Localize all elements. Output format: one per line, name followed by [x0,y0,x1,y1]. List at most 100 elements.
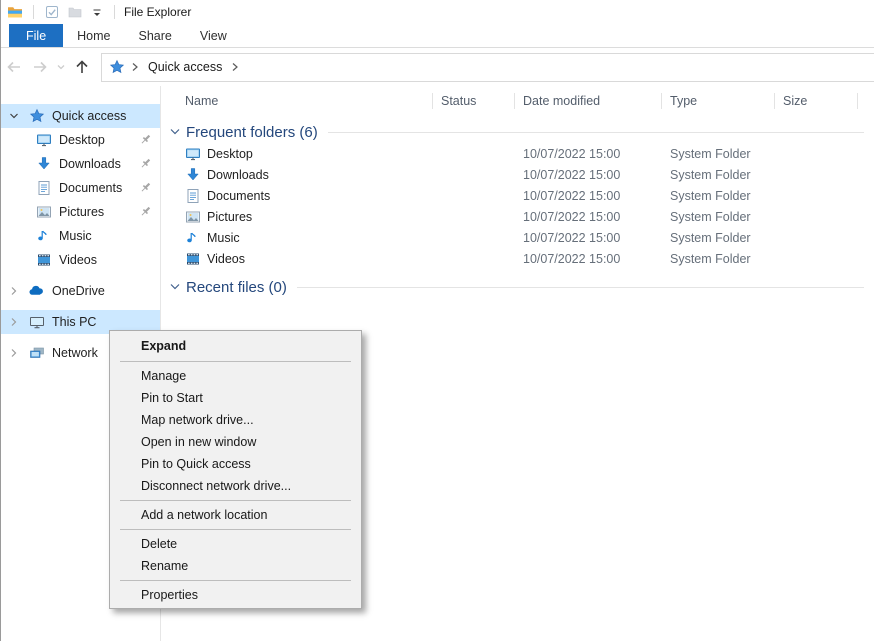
sidebar-item-label: OneDrive [52,284,105,298]
quick-access-star-icon [28,108,45,124]
videos-icon [35,252,52,268]
group-label: Frequent folders (6) [186,124,318,141]
sidebar-gap [1,303,160,310]
file-type-cell: System Folder [662,206,775,227]
file-name: Videos [207,252,245,266]
chevron-right-icon[interactable] [8,286,20,296]
tab-file[interactable]: File [9,24,63,47]
chevron-right-icon[interactable] [8,317,20,327]
back-icon[interactable] [1,57,27,77]
menu-item-open-in-new-window[interactable]: Open in new window [110,431,361,453]
pictures-icon [185,209,201,225]
group-chevron-icon[interactable] [168,126,182,138]
customize-toolbar-icon[interactable] [90,5,104,19]
file-row-music[interactable]: Music10/07/2022 15:00System Folder [161,227,874,248]
file-size-cell [775,143,858,164]
file-date-modified-cell: 10/07/2022 15:00 [515,227,662,248]
file-status-cell [433,248,515,269]
group-rule [297,287,864,288]
sidebar-item-label: This PC [52,315,96,329]
address-bar[interactable]: Quick access [101,53,874,82]
file-date-modified-cell: 10/07/2022 15:00 [515,143,662,164]
pin-icon [139,181,152,194]
sidebar-item-pictures[interactable]: Pictures [1,200,160,224]
tab-share[interactable]: Share [125,24,186,47]
file-list: Frequent folders (6) Desktop10/07/2022 15… [161,121,874,298]
sidebar-item-downloads[interactable]: Downloads [1,152,160,176]
sidebar-item-label: Videos [59,253,97,267]
menu-item-disconnect-network-drive[interactable]: Disconnect network drive... [110,475,361,497]
navigation-bar: Quick access [1,48,874,86]
group-header-frequent-folders[interactable]: Frequent folders (6) [161,121,874,143]
new-folder-icon[interactable] [67,4,83,20]
column-header-date-modified[interactable]: Date modified [515,88,662,114]
menu-item-add-a-network-location[interactable]: Add a network location [110,504,361,526]
sidebar-item-documents[interactable]: Documents [1,176,160,200]
menu-item-pin-to-start[interactable]: Pin to Start [110,387,361,409]
onedrive-icon [28,283,45,299]
sidebar-item-label: Quick access [52,109,126,123]
pictures-icon [35,204,52,220]
menu-item-pin-to-quick-access[interactable]: Pin to Quick access [110,453,361,475]
group-header-recent-files[interactable]: Recent files (0) [161,276,874,298]
downloads-icon [185,167,201,183]
sidebar-gap [1,272,160,279]
file-status-cell [433,164,515,185]
menu-item-rename[interactable]: Rename [110,555,361,577]
up-icon[interactable] [69,57,95,77]
downloads-icon [35,156,52,172]
column-header-type[interactable]: Type [662,88,775,114]
network-icon [28,345,45,361]
properties-icon[interactable] [44,4,60,20]
recent-locations-chevron-icon[interactable] [53,62,69,72]
file-row-downloads[interactable]: Downloads10/07/2022 15:00System Folder [161,164,874,185]
menu-item-manage[interactable]: Manage [110,365,361,387]
group-chevron-icon[interactable] [168,281,182,293]
toolbar-divider [114,5,115,19]
music-icon [185,230,201,246]
file-row-desktop[interactable]: Desktop10/07/2022 15:00System Folder [161,143,874,164]
file-status-cell [433,206,515,227]
sidebar-item-label: Pictures [59,205,104,219]
menu-item-properties[interactable]: Properties [110,584,361,606]
breadcrumb-chevron-icon[interactable] [231,62,239,72]
file-row-pictures[interactable]: Pictures10/07/2022 15:00System Folder [161,206,874,227]
desktop-icon [35,132,52,148]
file-type-cell: System Folder [662,185,775,206]
breadcrumb-segment[interactable]: Quick access [145,60,225,74]
column-headers: NameStatusDate modifiedTypeSize [161,88,874,114]
file-name: Documents [207,189,270,203]
sidebar-item-videos[interactable]: Videos [1,248,160,272]
column-header-status[interactable]: Status [433,88,515,114]
menu-item-map-network-drive[interactable]: Map network drive... [110,409,361,431]
menu-item-expand[interactable]: Expand [110,333,361,358]
menu-separator [120,529,351,530]
file-date-modified-cell: 10/07/2022 15:00 [515,185,662,206]
menu-separator [120,500,351,501]
file-row-videos[interactable]: Videos10/07/2022 15:00System Folder [161,248,874,269]
tab-view[interactable]: View [186,24,241,47]
sidebar-item-label: Music [59,229,92,243]
file-row-documents[interactable]: Documents 10/07/2022 15:00System Folder [161,185,874,206]
sidebar-item-label: Network [52,346,98,360]
file-type-cell: System Folder [662,227,775,248]
column-header-size[interactable]: Size [775,88,858,114]
toolbar-divider [33,5,34,19]
tab-home[interactable]: Home [63,24,124,47]
sidebar-item-music[interactable]: Music [1,224,160,248]
sidebar-item-desktop[interactable]: Desktop [1,128,160,152]
chevron-down-icon[interactable] [8,111,20,121]
sidebar-item-onedrive[interactable]: OneDrive [1,279,160,303]
column-header-name[interactable]: Name [161,88,433,114]
file-explorer-logo-icon [7,4,23,20]
sidebar-item-label: Desktop [59,133,105,147]
chevron-right-icon[interactable] [8,348,20,358]
sidebar-item-quick-access[interactable]: Quick access [1,104,160,128]
breadcrumb-chevron-icon[interactable] [131,62,139,72]
file-size-cell [775,227,858,248]
menu-item-delete[interactable]: Delete [110,533,361,555]
file-name-cell: Pictures [161,206,433,227]
file-type-cell: System Folder [662,143,775,164]
menu-separator [120,580,351,581]
forward-icon[interactable] [27,57,53,77]
